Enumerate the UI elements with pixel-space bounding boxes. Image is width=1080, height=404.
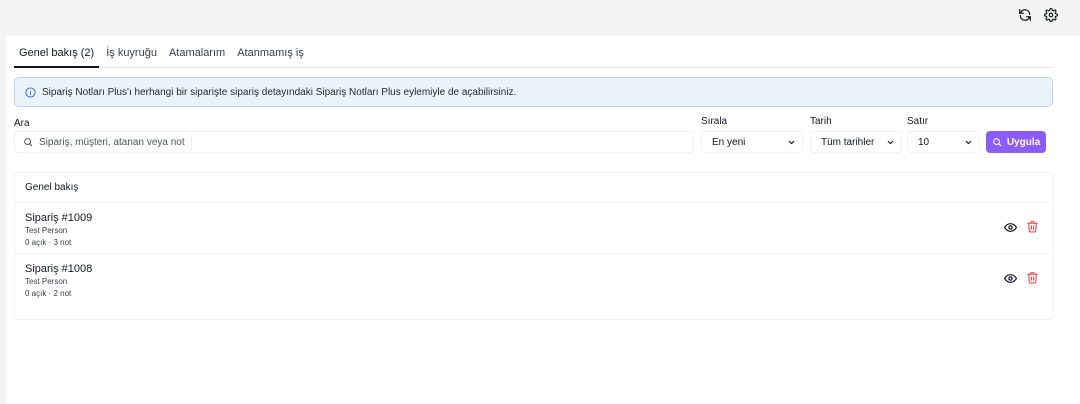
tab-unassigned-work[interactable]: Atanmamış iş	[232, 46, 309, 68]
rows-value: 10	[918, 136, 930, 148]
chevron-down-icon	[886, 138, 895, 147]
search-divider	[191, 134, 192, 150]
search-label: Ara	[14, 118, 30, 129]
customer-name: Test Person	[25, 226, 68, 235]
list-item[interactable]: Sipariş #1008 Test Person 0 açık · 2 not	[15, 254, 1053, 305]
main-panel: Genel bakış (2) İş kuyruğu Atamalarım At…	[6, 36, 1080, 404]
apply-label: Uygula	[1006, 136, 1041, 148]
refresh-icon[interactable]	[1016, 6, 1034, 24]
search-icon	[23, 137, 33, 147]
info-icon	[25, 86, 36, 98]
overview-header: Genel bakış	[15, 173, 1053, 203]
date-label: Tarih	[810, 116, 832, 127]
search-icon	[992, 137, 1002, 147]
rows-select[interactable]: 10	[907, 131, 980, 153]
tab-overview[interactable]: Genel bakış (2)	[14, 46, 100, 68]
top-bar	[0, 0, 1080, 30]
trash-icon[interactable]	[1026, 220, 1039, 233]
trash-icon[interactable]	[1026, 271, 1039, 284]
sort-select[interactable]: En yeni	[701, 131, 803, 153]
tab-bar: Genel bakış (2) İş kuyruğu Atamalarım At…	[14, 46, 1054, 68]
tab-my-assignments[interactable]: Atamalarım	[164, 46, 230, 68]
chevron-down-icon	[964, 138, 973, 147]
list-item[interactable]: Sipariş #1009 Test Person 0 açık · 3 not	[15, 203, 1053, 254]
order-meta: 0 açık · 2 not	[25, 289, 72, 298]
order-meta: 0 açık · 3 not	[25, 238, 72, 247]
customer-name: Test Person	[25, 277, 68, 286]
overview-list: Genel bakış Sipariş #1009 Test Person 0 …	[14, 172, 1054, 320]
rows-label: Satır	[907, 116, 929, 127]
sort-value: En yeni	[712, 136, 746, 148]
date-select[interactable]: Tüm tarihler	[810, 131, 902, 153]
eye-icon[interactable]	[1004, 272, 1017, 285]
gear-icon[interactable]	[1042, 6, 1060, 24]
info-text: Sipariş Notları Plus'ı herhangi bir sipa…	[42, 86, 517, 98]
tab-work-queue[interactable]: İş kuyruğu	[101, 46, 162, 68]
eye-icon[interactable]	[1004, 221, 1017, 234]
info-banner: Sipariş Notları Plus'ı herhangi bir sipa…	[14, 77, 1053, 107]
order-title: Sipariş #1009	[25, 212, 93, 224]
sort-label: Sırala	[701, 116, 728, 127]
search-input[interactable]	[39, 136, 693, 148]
chevron-down-icon	[787, 138, 796, 147]
order-title: Sipariş #1008	[25, 263, 93, 275]
search-field[interactable]	[14, 131, 694, 153]
apply-button[interactable]: Uygula	[986, 131, 1046, 153]
date-value: Tüm tarihler	[821, 136, 875, 148]
